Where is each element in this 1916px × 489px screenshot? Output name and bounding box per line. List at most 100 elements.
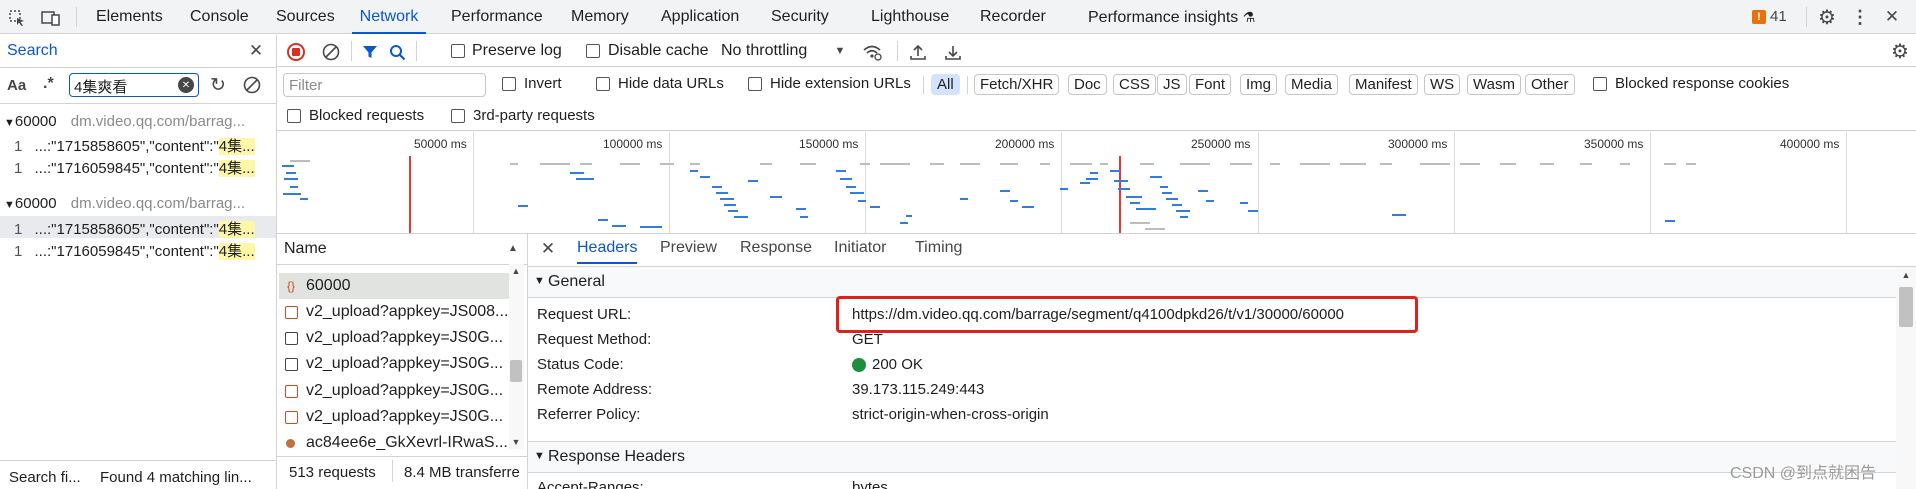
close-devtools-icon[interactable]: ✕ xyxy=(1880,6,1904,28)
response-headers-section-header[interactable]: ▼ Response Headers xyxy=(528,442,1896,472)
tab-network[interactable]: Network xyxy=(352,0,426,34)
more-options-icon[interactable]: ⋮ xyxy=(1850,6,1870,28)
preserve-log-checkbox[interactable] xyxy=(451,44,465,58)
tab-application[interactable]: Application xyxy=(661,0,739,34)
search-result-line[interactable]: 1 ...:"1716059845","content":"4集... xyxy=(14,157,255,178)
filter-icon[interactable] xyxy=(359,41,381,63)
device-toolbar-icon[interactable] xyxy=(40,8,62,28)
detail-tab-headers[interactable]: Headers xyxy=(577,239,638,264)
scroll-up-icon[interactable]: ▲ xyxy=(1899,269,1913,281)
record-icon[interactable] xyxy=(287,43,305,61)
type-filter-img[interactable]: Img xyxy=(1240,74,1278,95)
type-filter-wasm[interactable]: Wasm xyxy=(1467,74,1521,95)
clear-log-icon[interactable] xyxy=(320,41,342,63)
type-filter-doc[interactable]: Doc xyxy=(1068,74,1107,95)
network-conditions-icon[interactable] xyxy=(860,41,884,63)
request-row[interactable]: v2_upload?appkey=JS0G... xyxy=(279,404,509,430)
request-row[interactable]: v2_upload?appkey=JS008... xyxy=(279,299,509,325)
search-result-file[interactable]: ▼60000 dm.video.qq.com/barrag... xyxy=(4,195,245,212)
third-party-requests-label: 3rd-party requests xyxy=(473,107,595,124)
timeline-bar xyxy=(724,204,736,206)
network-settings-gear-icon[interactable]: ⚙ xyxy=(1888,40,1912,63)
regex-button[interactable]: .* xyxy=(43,75,54,93)
scroll-up-icon[interactable]: ▲ xyxy=(510,264,522,278)
detail-tab-response[interactable]: Response xyxy=(740,239,812,257)
detail-tab-initiator[interactable]: Initiator xyxy=(834,239,886,257)
type-filter-manifest[interactable]: Manifest xyxy=(1349,74,1418,95)
issues-count[interactable]: 41 xyxy=(1770,8,1787,25)
invert-checkbox[interactable] xyxy=(502,77,516,91)
inspect-element-icon[interactable] xyxy=(6,8,28,28)
tab-memory[interactable]: Memory xyxy=(571,0,629,34)
clear-results-icon[interactable] xyxy=(241,74,263,96)
tab-elements[interactable]: Elements xyxy=(96,0,163,34)
name-column-header[interactable]: Name xyxy=(284,240,327,258)
import-har-icon[interactable] xyxy=(907,41,929,63)
timeline-bar xyxy=(1180,216,1188,218)
search-result-line[interactable]: 1 ...:"1716059845","content":"4集... xyxy=(14,240,255,261)
tab-security[interactable]: Security xyxy=(771,0,829,34)
match-case-button[interactable]: Aa xyxy=(7,77,26,94)
network-overview-timeline[interactable] xyxy=(277,131,1916,233)
timeline-bar xyxy=(1130,202,1140,204)
type-filter-ws[interactable]: WS xyxy=(1424,74,1461,95)
dropdown-arrow-icon[interactable]: ▼ xyxy=(832,42,848,60)
type-filter-font[interactable]: Font xyxy=(1189,74,1232,95)
timeline-tick: 350000 ms xyxy=(1584,137,1644,151)
details-scrollbar[interactable]: ▲ xyxy=(1896,267,1916,489)
hide-data-urls-checkbox[interactable] xyxy=(596,77,610,91)
request-list-scrollbar[interactable]: ▲ ▼ xyxy=(509,264,524,449)
search-result-line[interactable]: 1 ...:"1715858605","content":"4集... xyxy=(14,135,255,156)
request-row[interactable]: v2_upload?appkey=JS0G... xyxy=(279,325,509,351)
blocked-response-cookies-checkbox[interactable] xyxy=(1593,77,1607,91)
type-filter-fetch-xhr[interactable]: Fetch/XHR xyxy=(974,74,1060,95)
third-party-requests-checkbox[interactable] xyxy=(451,109,465,123)
tab-sources[interactable]: Sources xyxy=(276,0,335,34)
document-icon xyxy=(285,358,298,371)
request-name: v2_upload?appkey=JS0G... xyxy=(306,382,504,399)
export-har-icon[interactable] xyxy=(942,41,964,63)
detail-tab-timing[interactable]: Timing xyxy=(915,239,962,257)
scroll-down-icon[interactable]: ▼ xyxy=(510,435,522,449)
refresh-icon[interactable]: ↻ xyxy=(207,74,229,96)
blocked-requests-checkbox[interactable] xyxy=(287,109,301,123)
filter-input[interactable]: Filter xyxy=(283,73,486,97)
timeline-bar xyxy=(290,186,298,188)
search-result-file[interactable]: ▼60000 dm.video.qq.com/barrag... xyxy=(4,113,245,130)
tab-performance-insights[interactable]: Performance insights ⚗ xyxy=(1088,0,1255,34)
clear-search-icon[interactable]: ✕ xyxy=(178,77,194,93)
type-filter-media[interactable]: Media xyxy=(1285,74,1338,95)
throttling-select[interactable]: No throttling xyxy=(721,42,807,60)
search-input[interactable]: 4集爽看 ✕ xyxy=(69,73,199,97)
general-section-header[interactable]: ▼ General xyxy=(528,267,1896,297)
timeline-bar xyxy=(850,192,864,194)
timeline-bar xyxy=(1130,222,1150,224)
close-search-icon[interactable]: ✕ xyxy=(245,40,267,62)
detail-tab-preview[interactable]: Preview xyxy=(660,239,717,257)
type-filter-js[interactable]: JS xyxy=(1157,74,1187,95)
load-marker xyxy=(1119,156,1121,233)
issues-icon[interactable]: ! xyxy=(1752,10,1766,24)
sort-arrow-icon[interactable]: ▲ xyxy=(507,240,519,256)
type-filter-css[interactable]: CSS xyxy=(1113,74,1156,95)
request-row[interactable]: v2_upload?appkey=JS0G... xyxy=(279,351,509,377)
search-icon[interactable] xyxy=(386,41,408,63)
tab-console[interactable]: Console xyxy=(190,0,249,34)
request-row[interactable]: ac84ee6e_GkXevrl-IRwaS... xyxy=(279,430,509,456)
request-row[interactable]: {} 60000 xyxy=(279,273,509,299)
scrollbar-thumb[interactable] xyxy=(1899,287,1913,327)
settings-gear-icon[interactable]: ⚙ xyxy=(1815,6,1839,29)
timeline-bar xyxy=(1150,176,1162,178)
hide-extension-urls-checkbox[interactable] xyxy=(748,77,762,91)
timeline-bar xyxy=(1090,172,1098,174)
tab-performance[interactable]: Performance xyxy=(451,0,543,34)
scrollbar-thumb[interactable] xyxy=(510,360,522,382)
request-row[interactable]: v2_upload?appkey=JS0G... xyxy=(279,378,509,404)
disable-cache-checkbox[interactable] xyxy=(586,44,600,58)
close-details-icon[interactable]: ✕ xyxy=(537,238,559,260)
tab-lighthouse[interactable]: Lighthouse xyxy=(871,0,949,34)
tab-recorder[interactable]: Recorder xyxy=(980,0,1046,34)
type-filter-other[interactable]: Other xyxy=(1525,74,1575,95)
type-filter-all[interactable]: All xyxy=(931,74,960,95)
search-result-line[interactable]: 1 ...:"1715858605","content":"4集... xyxy=(14,218,255,239)
